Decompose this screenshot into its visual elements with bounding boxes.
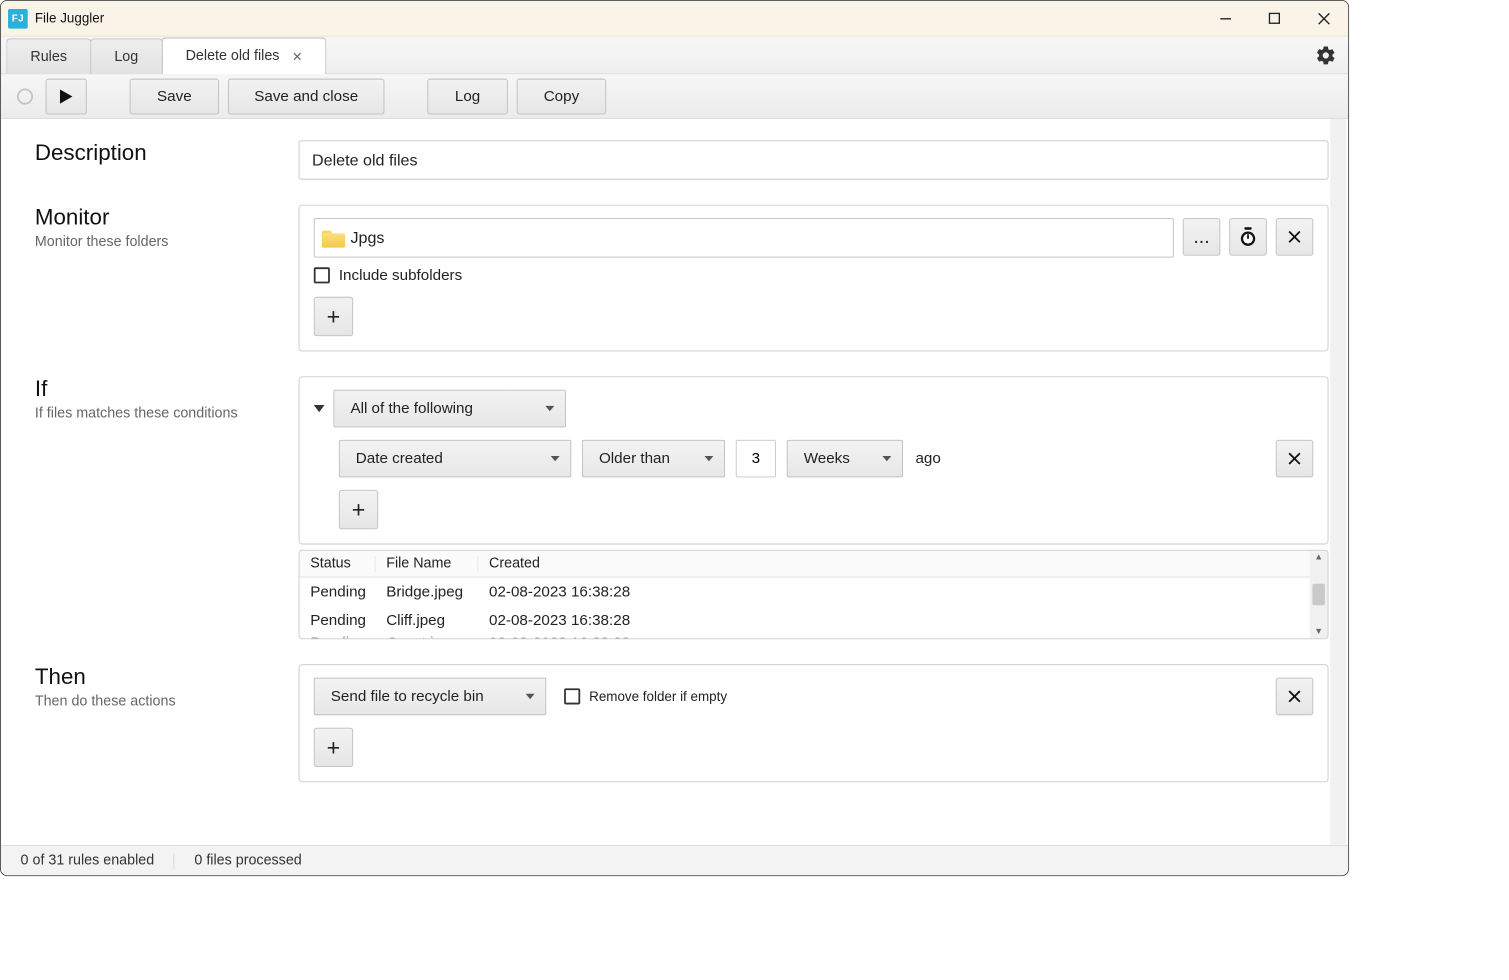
content-area: Description Monitor Monitor these folder… [1,119,1348,845]
gear-icon [1315,45,1336,66]
matched-files-list: Status File Name Created Pending Bridge.… [299,550,1329,639]
condition-field-value: Date created [356,450,443,468]
condition-unit-select[interactable]: Weeks [787,440,903,478]
condition-op-value: Older than [599,450,670,468]
titlebar: FJ File Juggler [1,1,1348,37]
app-window: FJ File Juggler Rules Log Delete old fil… [0,0,1349,876]
then-label: Then [35,664,290,690]
add-condition-button[interactable]: + [339,490,378,529]
tab-close-icon[interactable]: ✕ [292,49,302,64]
play-icon [60,89,73,103]
remove-empty-checkbox[interactable] [564,688,580,704]
close-button[interactable] [1299,0,1348,36]
description-label: Description [35,140,290,166]
section-then: Then Then do these actions Send file to … [35,664,1329,782]
add-monitor-button[interactable]: + [314,297,353,336]
app-title: File Juggler [35,11,104,26]
section-monitor: Monitor Monitor these folders Jpgs ... [35,205,1329,352]
status-files-processed: 0 files processed [175,852,322,868]
if-sub: If files matches these conditions [35,406,290,422]
status-rules-enabled: 0 of 31 rules enabled [1,852,175,868]
save-button[interactable]: Save [130,78,219,114]
filelist-scrollbar[interactable]: ▲ ▼ [1310,551,1328,639]
maximize-icon [1269,13,1281,25]
monitor-sub: Monitor these folders [35,234,290,250]
monitor-label: Monitor [35,205,290,231]
tab-current-rule[interactable]: Delete old files ✕ [161,38,326,75]
file-name: Cliff.jpeg [375,611,478,629]
filelist-header: Status File Name Created [299,551,1327,578]
remove-condition-button[interactable] [1276,440,1314,478]
scroll-down-icon: ▼ [1314,627,1323,637]
file-row[interactable]: Pending Cliff.jpeg 02-08-2023 16:38:28 [299,606,1327,635]
file-status: Pending [299,635,375,639]
x-icon [1287,689,1301,703]
section-description: Description [35,140,1329,179]
minimize-button[interactable] [1201,0,1250,36]
remove-empty-label: Remove folder if empty [589,689,727,704]
monitor-folder-name: Jpgs [350,228,384,247]
schedule-button[interactable] [1229,218,1267,256]
content-scrollbar[interactable] [1330,119,1346,845]
close-icon [1317,12,1330,25]
enable-rule-toggle[interactable] [17,88,33,104]
settings-button[interactable] [1312,42,1339,69]
condition-mode-value: All of the following [350,400,473,418]
file-created: 02-08-2023 16:38:28 [478,611,1327,629]
toolbar: Save Save and close Log Copy [1,74,1348,119]
minimize-icon [1219,12,1232,25]
if-label: If [35,376,290,402]
section-if: If If files matches these conditions All… [35,376,1329,639]
file-status: Pending [299,611,375,629]
file-created: 02-08-2023 16:38:28 [478,583,1327,601]
condition-suffix: ago [915,450,940,468]
folder-icon [322,228,345,248]
tab-rules[interactable]: Rules [6,38,91,74]
status-bar: 0 of 31 rules enabled 0 files processed [1,845,1348,875]
tab-log[interactable]: Log [90,38,162,74]
collapse-toggle-icon[interactable] [314,405,325,412]
condition-mode-select[interactable]: All of the following [333,390,565,428]
include-subfolders-label: Include subfolders [339,266,462,284]
run-button[interactable] [46,78,87,114]
file-status: Pending [299,583,375,601]
col-status-header[interactable]: Status [299,556,375,572]
description-input[interactable] [299,140,1329,179]
col-name-header[interactable]: File Name [375,556,478,572]
toolbar-log-button[interactable]: Log [427,78,507,114]
x-icon [1287,230,1301,244]
action-select[interactable]: Send file to recycle bin [314,678,546,716]
maximize-button[interactable] [1250,0,1299,36]
condition-op-select[interactable]: Older than [582,440,725,478]
file-row[interactable]: Pending Bridge.jpeg 02-08-2023 16:38:28 [299,578,1327,607]
action-value: Send file to recycle bin [331,687,484,705]
file-name: Coast.jpeg [375,635,478,639]
scroll-thumb[interactable] [1312,584,1325,605]
x-icon [1287,451,1301,465]
monitor-folder-field[interactable]: Jpgs [314,218,1174,257]
condition-field-select[interactable]: Date created [339,440,571,478]
scroll-up-icon: ▲ [1314,552,1323,562]
app-icon: FJ [8,8,28,28]
add-action-button[interactable]: + [314,728,353,767]
file-name: Bridge.jpeg [375,583,478,601]
browse-folder-button[interactable]: ... [1183,218,1221,256]
col-created-header[interactable]: Created [478,556,1327,572]
file-created: 02-08-2023 16:38:28 [478,635,1327,639]
tab-current-rule-label: Delete old files [186,48,280,64]
remove-monitor-button[interactable] [1276,218,1314,256]
stopwatch-icon [1239,227,1257,247]
include-subfolders-checkbox[interactable] [314,267,330,283]
then-sub: Then do these actions [35,694,290,710]
copy-button[interactable]: Copy [517,78,606,114]
file-row[interactable]: Pending Coast.jpeg 02-08-2023 16:38:28 [299,635,1327,639]
condition-number-input[interactable] [736,440,776,478]
save-and-close-button[interactable]: Save and close [228,78,384,114]
condition-unit-value: Weeks [804,450,850,468]
tab-bar: Rules Log Delete old files ✕ [1,37,1348,75]
remove-action-button[interactable] [1276,678,1314,716]
